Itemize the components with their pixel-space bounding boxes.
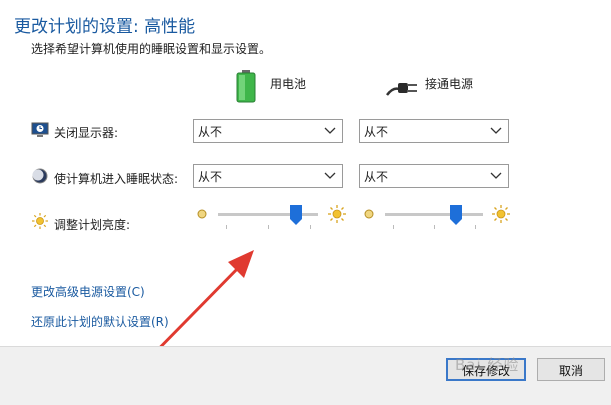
battery-column-label: 用电池	[270, 77, 307, 91]
power-plug-icon	[386, 83, 417, 96]
sleep-plugged-value: 从不	[364, 170, 389, 184]
slider-thumb[interactable]	[450, 205, 462, 225]
dim-sun-icon	[364, 209, 374, 219]
chevron-down-icon	[324, 172, 336, 179]
chevron-down-icon	[490, 127, 502, 134]
slider-tick	[434, 225, 435, 229]
slider-tick	[393, 225, 394, 229]
display-off-battery-value: 从不	[198, 125, 223, 139]
watermark: Bai 经验	[455, 356, 520, 374]
display-off-battery-select[interactable]: 从不	[193, 119, 343, 143]
display-off-icon	[31, 122, 49, 137]
battery-icon	[236, 70, 256, 103]
slider-track	[218, 213, 318, 216]
display-off-plugged-value: 从不	[364, 125, 389, 139]
bright-sun-icon	[492, 205, 510, 223]
sleep-label: 使计算机进入睡眠状态:	[54, 172, 179, 186]
slider-tick	[475, 225, 476, 229]
display-off-label: 关闭显示器:	[54, 126, 119, 140]
dim-sun-icon	[197, 209, 207, 219]
brightness-label: 调整计划亮度:	[54, 218, 131, 232]
slider-tick	[310, 225, 311, 229]
chevron-down-icon	[490, 172, 502, 179]
brightness-plugged-slider[interactable]	[385, 205, 483, 231]
slider-tick	[268, 225, 269, 229]
sleep-battery-value: 从不	[198, 170, 223, 184]
page-subtitle: 选择希望计算机使用的睡眠设置和显示设置。	[31, 42, 272, 56]
brightness-battery-slider[interactable]	[218, 205, 318, 231]
chevron-down-icon	[324, 127, 336, 134]
slider-thumb[interactable]	[290, 205, 302, 225]
slider-tick	[226, 225, 227, 229]
plugged-column-label: 接通电源	[425, 77, 474, 91]
slider-track	[385, 213, 483, 216]
sleep-moon-icon	[32, 168, 48, 184]
sleep-battery-select[interactable]: 从不	[193, 164, 343, 188]
bright-sun-icon	[328, 205, 346, 223]
page-title: 更改计划的设置: 高性能	[14, 17, 196, 37]
sun-icon	[32, 213, 48, 229]
cancel-button[interactable]: 取消	[537, 358, 605, 381]
sleep-plugged-select[interactable]: 从不	[359, 164, 509, 188]
display-off-plugged-select[interactable]: 从不	[359, 119, 509, 143]
